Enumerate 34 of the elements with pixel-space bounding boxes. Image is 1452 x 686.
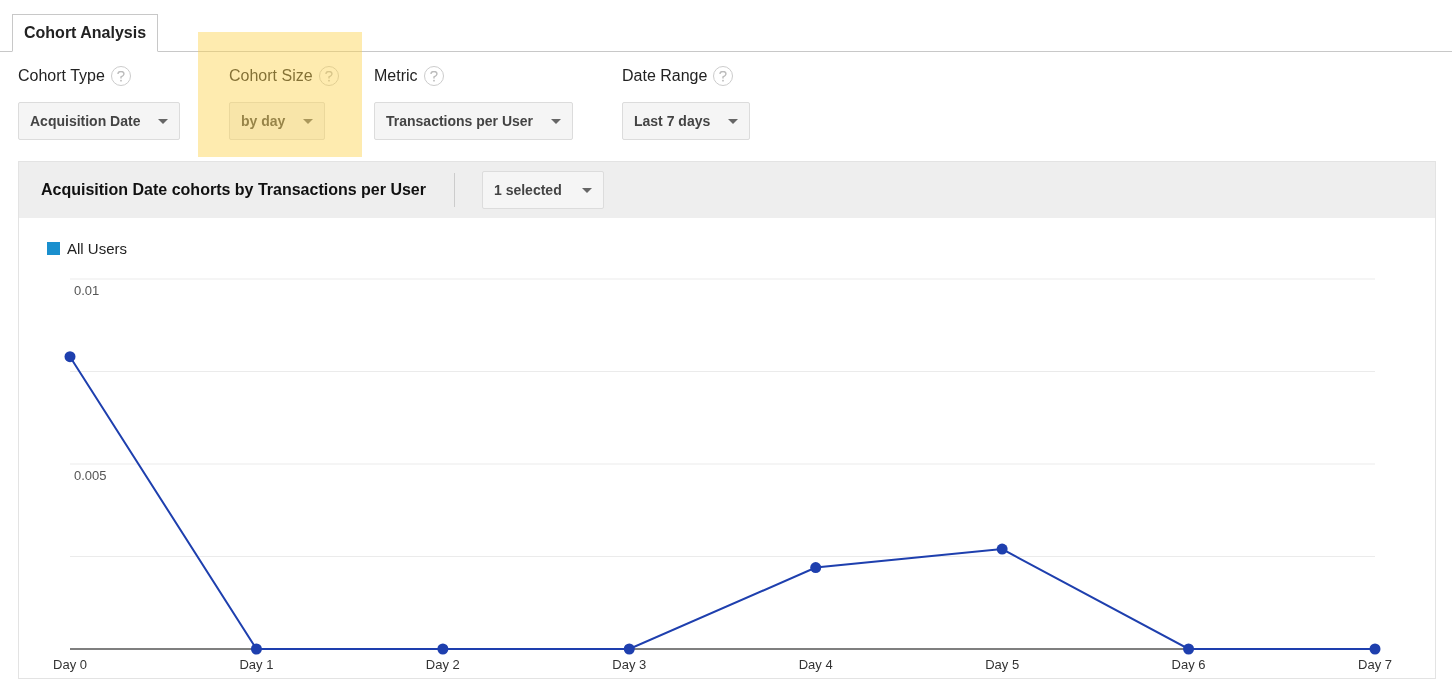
axis-tick-label: Day 4 — [798, 657, 833, 672]
chart-title: Acquisition Date cohorts by Transactions per User — [41, 173, 455, 207]
axis-tick-label: Day 0 — [53, 657, 87, 672]
field-label: Cohort Size — [229, 66, 313, 86]
axis-tick-label: Day 7 — [1358, 657, 1392, 672]
dropdown[interactable]: Transactions per User — [374, 102, 574, 140]
data-point — [437, 643, 449, 655]
data-point — [810, 562, 822, 574]
axis-tick-label: 0.01 — [74, 283, 100, 298]
data-point — [250, 643, 262, 655]
axis-tick-label: Day 3 — [612, 657, 647, 672]
data-point — [1369, 643, 1381, 655]
caret-icon — [581, 187, 592, 193]
caret-icon — [303, 118, 314, 124]
axis-tick-label: Day 6 — [1171, 657, 1206, 672]
caret-icon — [158, 118, 169, 124]
field-label: Cohort Type — [18, 66, 105, 86]
dropdown[interactable]: Last 7 days — [622, 102, 751, 140]
caret-icon — [551, 118, 562, 124]
tab[interactable]: Cohort Analysis — [12, 14, 159, 52]
data-point — [623, 643, 635, 655]
legend-label: All Users — [67, 240, 127, 257]
field-label: Metric — [374, 66, 418, 86]
axis-tick-label: Day 1 — [239, 657, 274, 672]
axis-tick-label: 0.005 — [74, 468, 107, 483]
data-point — [996, 543, 1008, 555]
dropdown[interactable]: Acquisition Date — [18, 102, 181, 140]
field-label: Date Range — [622, 66, 708, 86]
data-point — [64, 351, 76, 363]
axis-tick-label: Day 5 — [985, 657, 1020, 672]
axis-tick-label: Day 2 — [425, 657, 460, 672]
series-dropdown[interactable]: 1 selected — [482, 171, 604, 209]
data-point — [1183, 643, 1195, 655]
caret-icon — [728, 118, 739, 124]
